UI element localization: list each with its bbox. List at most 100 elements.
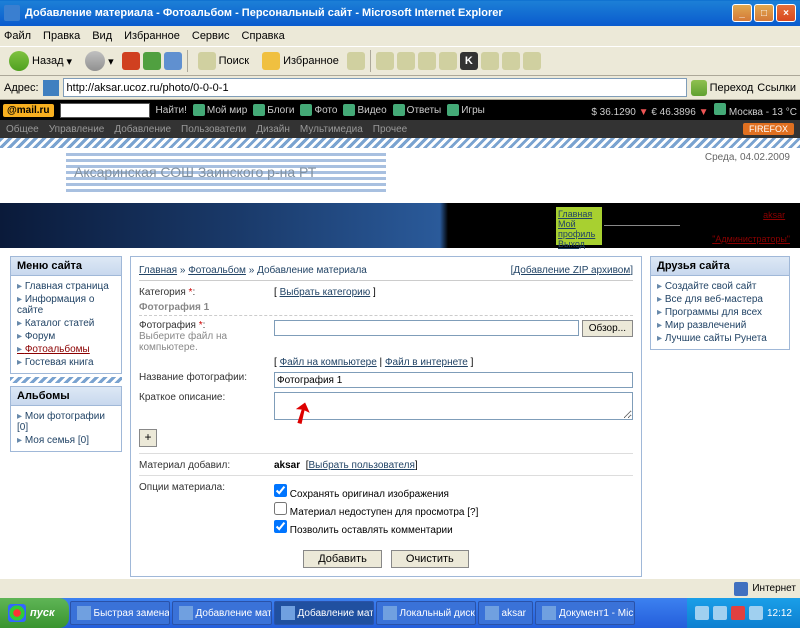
stop-button[interactable] bbox=[122, 52, 140, 70]
add-more-button[interactable]: + bbox=[139, 429, 157, 447]
home-button[interactable] bbox=[164, 52, 182, 70]
adm-4[interactable]: Дизайн bbox=[256, 124, 290, 135]
task-2[interactable]: Добавление мате... bbox=[274, 601, 374, 625]
sidebar-item-2[interactable]: Каталог статей bbox=[17, 317, 115, 330]
search-button[interactable]: Поиск bbox=[193, 50, 254, 72]
sidebar-item-4[interactable]: Фотоальбомы bbox=[17, 343, 115, 356]
tray-icon[interactable] bbox=[713, 606, 727, 620]
photo-name-input[interactable] bbox=[274, 372, 633, 388]
tray-icon[interactable] bbox=[749, 606, 763, 620]
change-user[interactable]: Выбрать пользователя bbox=[308, 460, 414, 471]
sidebar-item-3[interactable]: Форум bbox=[17, 330, 115, 343]
menu-fav[interactable]: Избранное bbox=[124, 30, 180, 42]
menu-tools[interactable]: Сервис bbox=[192, 30, 230, 42]
forward-button[interactable]: ▾ bbox=[80, 49, 119, 73]
close-button[interactable]: × bbox=[776, 4, 796, 22]
mailru-item-3[interactable]: Видео bbox=[343, 104, 386, 116]
links-label[interactable]: Ссылки bbox=[757, 82, 796, 94]
zip-link[interactable]: Добавление ZIP архивом bbox=[513, 265, 630, 276]
ext2-icon[interactable] bbox=[481, 52, 499, 70]
file-computer[interactable]: Файл на компьютере bbox=[280, 357, 377, 368]
mailru-item-4[interactable]: Ответы bbox=[393, 104, 442, 116]
adm-3[interactable]: Пользователи bbox=[181, 124, 246, 135]
sidebar-item-5[interactable]: Гостевая книга bbox=[17, 356, 115, 369]
mailru-search[interactable] bbox=[60, 103, 150, 118]
edit-icon[interactable] bbox=[418, 52, 436, 70]
tray-icon[interactable] bbox=[695, 606, 709, 620]
link-profile[interactable]: Мой профиль bbox=[558, 219, 600, 239]
album-item-1[interactable]: Моя семья [0] bbox=[17, 434, 115, 447]
tray-icon[interactable] bbox=[731, 606, 745, 620]
opt-unavailable[interactable]: Материал недоступен для просмотра [?] bbox=[274, 502, 633, 518]
history-icon[interactable] bbox=[347, 52, 365, 70]
adm-0[interactable]: Общее bbox=[6, 124, 39, 135]
user-link[interactable]: aksar bbox=[763, 210, 785, 220]
mailru-logo[interactable]: @mail.ru bbox=[3, 104, 54, 117]
firefox-badge[interactable]: FIREFOX bbox=[743, 123, 794, 135]
task-5[interactable]: Документ1 - Mic... bbox=[535, 601, 635, 625]
menu-file[interactable]: Файл bbox=[4, 30, 31, 42]
task-3[interactable]: Локальный диск ... bbox=[376, 601, 476, 625]
file-internet[interactable]: Файл в интернете bbox=[385, 357, 468, 368]
menu-help[interactable]: Справка bbox=[242, 30, 285, 42]
page-icon bbox=[43, 80, 59, 96]
mailru-item-2[interactable]: Фото bbox=[300, 104, 337, 116]
sidebar-item-0[interactable]: Главная страница bbox=[17, 280, 115, 293]
link-main[interactable]: Главная bbox=[558, 209, 600, 219]
friend-3[interactable]: Мир развлечений bbox=[657, 319, 783, 332]
group-link[interactable]: "Администраторы" bbox=[712, 234, 790, 244]
clear-button[interactable]: Очистить bbox=[391, 550, 469, 568]
mailru-item-1[interactable]: Блоги bbox=[253, 104, 294, 116]
internet-zone-icon bbox=[734, 582, 748, 596]
description-input[interactable] bbox=[274, 392, 633, 420]
adm-5[interactable]: Мультимедиа bbox=[300, 124, 363, 135]
opt-keep-original[interactable]: Сохранять оригинал изображения bbox=[274, 484, 633, 500]
select-category[interactable]: Выбрать категорию bbox=[280, 287, 371, 298]
minimize-button[interactable]: _ bbox=[732, 4, 752, 22]
discuss-icon[interactable] bbox=[439, 52, 457, 70]
go-icon bbox=[691, 80, 707, 96]
crumb-home[interactable]: Главная bbox=[139, 265, 177, 276]
mailru-bar: @mail.ru Найти! Мой мир Блоги Фото Видео… bbox=[0, 100, 800, 120]
start-button[interactable]: пуск bbox=[0, 598, 69, 628]
go-button[interactable]: Переход bbox=[691, 80, 754, 96]
friend-2[interactable]: Программы для всех bbox=[657, 306, 783, 319]
adm-6[interactable]: Прочее bbox=[373, 124, 407, 135]
print-icon[interactable] bbox=[397, 52, 415, 70]
ext4-icon[interactable] bbox=[523, 52, 541, 70]
browse-button[interactable]: Обзор... bbox=[582, 320, 633, 337]
refresh-button[interactable] bbox=[143, 52, 161, 70]
maximize-button[interactable]: □ bbox=[754, 4, 774, 22]
photo-file-input[interactable] bbox=[274, 320, 579, 336]
mailru-item-0[interactable]: Мой мир bbox=[193, 104, 247, 116]
opt-comments[interactable]: Позволить оставлять комментарии bbox=[274, 520, 633, 536]
add-button[interactable]: Добавить bbox=[303, 550, 382, 568]
mailru-item-5[interactable]: Игры bbox=[447, 104, 485, 116]
forward-icon bbox=[85, 51, 105, 71]
menu-edit[interactable]: Правка bbox=[43, 30, 80, 42]
statusbar: Интернет bbox=[0, 578, 800, 598]
photo-section: Фотография 1 bbox=[139, 302, 633, 316]
address-input[interactable] bbox=[63, 78, 687, 97]
ext1-icon[interactable]: K bbox=[460, 52, 478, 70]
mailru-find[interactable]: Найти! bbox=[156, 105, 187, 116]
task-4[interactable]: aksar bbox=[478, 601, 533, 625]
system-tray[interactable]: 12:12 bbox=[687, 598, 800, 628]
task-1[interactable]: Добавление мате... bbox=[172, 601, 272, 625]
task-0[interactable]: Быстрая замена ... bbox=[70, 601, 170, 625]
back-button[interactable]: Назад ▾ bbox=[4, 49, 77, 73]
friend-0[interactable]: Создайте свой сайт bbox=[657, 280, 783, 293]
ext3-icon[interactable] bbox=[502, 52, 520, 70]
friend-1[interactable]: Все для веб-мастера bbox=[657, 293, 783, 306]
menu-view[interactable]: Вид bbox=[92, 30, 112, 42]
menubar: Файл Правка Вид Избранное Сервис Справка bbox=[0, 26, 800, 46]
adm-2[interactable]: Добавление bbox=[114, 124, 171, 135]
adm-1[interactable]: Управление bbox=[49, 124, 105, 135]
link-exit[interactable]: Выход bbox=[558, 239, 600, 249]
mail-icon[interactable] bbox=[376, 52, 394, 70]
favorites-button[interactable]: Избранное bbox=[257, 50, 344, 72]
crumb-album[interactable]: Фотоальбом bbox=[188, 265, 246, 276]
friend-4[interactable]: Лучшие сайты Рунета bbox=[657, 332, 783, 345]
album-item-0[interactable]: Мои фотографии [0] bbox=[17, 410, 115, 434]
sidebar-item-1[interactable]: Информация о сайте bbox=[17, 293, 115, 317]
